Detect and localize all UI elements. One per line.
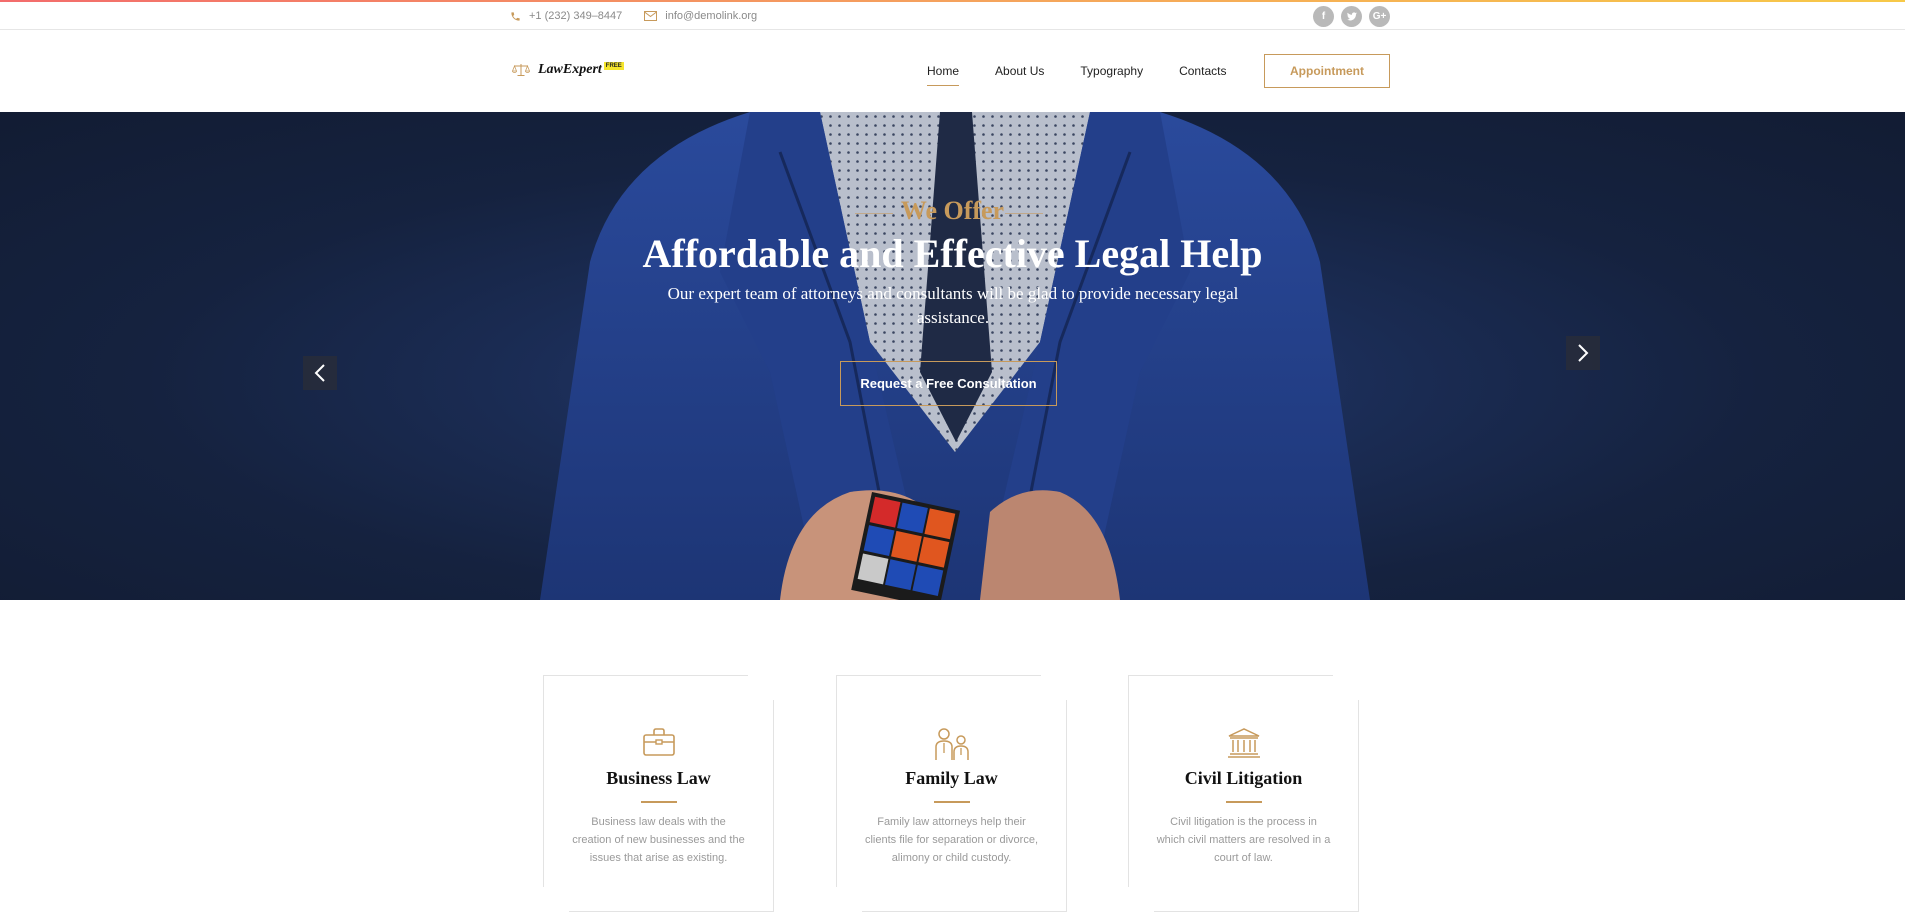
scales-icon [512,64,530,76]
nav-typography[interactable]: Typography [1080,58,1143,84]
service-title: Family Law [905,768,998,788]
free-badge: FREE [603,62,624,70]
appointment-button[interactable]: Appointment [1264,54,1390,88]
logo-text: LawExpert [538,62,602,77]
family-icon [934,728,969,760]
slider-next-button[interactable] [1566,336,1600,370]
service-title: Civil Litigation [1184,768,1303,788]
slider-prev-button[interactable] [303,356,337,390]
mail-icon [644,11,658,21]
google-plus-icon[interactable]: G+ [1369,5,1390,27]
free-consultation-button[interactable]: Request a Free Consultation [840,361,1057,406]
email-contact[interactable]: info@demolink.org [644,10,757,22]
service-card-family-law[interactable]: Family Law Family law attorneys help the… [836,675,1067,912]
nav-about-us[interactable]: About Us [995,58,1044,84]
chevron-left-icon [314,364,325,382]
service-card-civil-litigation[interactable]: Civil Litigation Civil litigation is the… [1128,675,1359,912]
briefcase-icon [642,728,675,756]
nav-contacts[interactable]: Contacts [1179,58,1226,84]
title-underline [934,801,970,803]
logo[interactable]: LawExpert FREE [512,62,624,78]
twitter-icon[interactable] [1341,5,1362,27]
main-nav: Home About Us Typography Contacts [927,30,1262,112]
email-address: info@demolink.org [665,10,758,22]
nav-home[interactable]: Home [927,58,960,86]
hero-eyebrow: We Offer [900,196,1005,225]
service-description: Civil litigation is the process in which… [1156,816,1331,864]
title-underline [1226,801,1262,803]
hero-slider: We Offer Affordable and Effective Legal … [0,112,1905,600]
social-links: f G+ [1313,5,1390,27]
chevron-right-icon [1578,344,1589,362]
hero-content: We Offer Affordable and Effective Legal … [0,112,1905,600]
phone-icon [511,11,520,21]
services-section: Business Law Business law deals with the… [0,600,1905,924]
service-card-business-law[interactable]: Business Law Business law deals with the… [543,675,774,912]
site-header: LawExpert FREE Home About Us Typography … [0,30,1905,112]
hero-subtitle: Our expert team of attorneys and consult… [667,284,1239,327]
service-title: Business Law [606,768,711,788]
service-description: Family law attorneys help their clients … [864,816,1039,864]
title-underline [641,801,677,803]
phone-number: +1 (232) 349–8447 [529,10,623,22]
facebook-icon[interactable]: f [1313,5,1334,27]
hero-title: Affordable and Effective Legal Help [642,231,1263,276]
service-description: Business law deals with the creation of … [572,816,745,864]
courthouse-icon [1227,728,1260,758]
phone-contact[interactable]: +1 (232) 349–8447 [510,10,622,22]
top-bar: +1 (232) 349–8447 info@demolink.org f G+ [0,2,1905,30]
